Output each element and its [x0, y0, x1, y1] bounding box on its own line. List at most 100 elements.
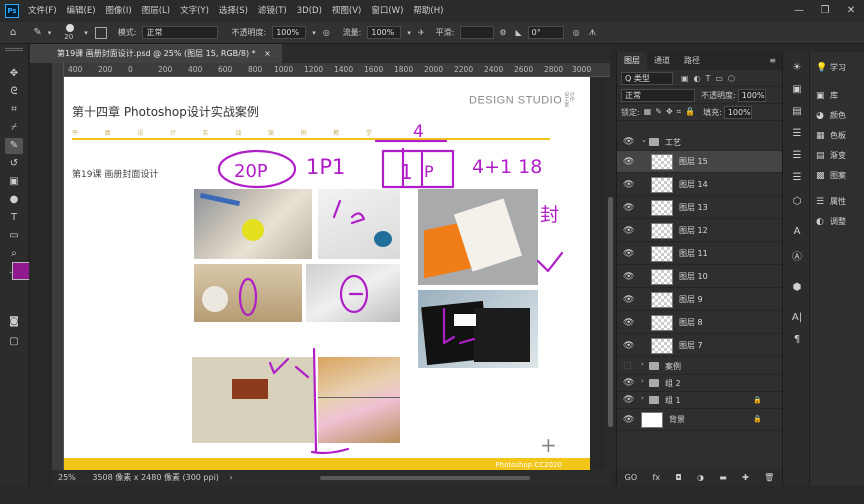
eyedropper-tool-icon[interactable]: ⌿ [5, 120, 23, 136]
status-menu-arrow[interactable]: › [229, 473, 232, 482]
sun-icon[interactable]: ☀ [789, 62, 805, 76]
layer-row[interactable]: 👁 图层 11 [617, 243, 782, 265]
dock-color[interactable]: ◕ 颜色 [810, 106, 864, 126]
layer-fill-field[interactable]: 100% [723, 105, 752, 119]
brush-tool-icon[interactable]: ✎ [5, 138, 23, 154]
airbrush-icon[interactable]: ✈ [418, 28, 425, 37]
layer-row[interactable]: 👁 图层 9 [617, 289, 782, 311]
visibility-eye-icon[interactable]: 👁 [623, 180, 634, 190]
menu-view[interactable]: 视图(V) [327, 0, 366, 22]
tab-layers[interactable]: 图层 [617, 52, 647, 70]
tab-channels[interactable]: 通道 [647, 52, 677, 70]
layer-name[interactable]: 图层 7 [679, 340, 703, 351]
scrollbar-thumb[interactable] [608, 197, 613, 427]
filter-icons[interactable]: ▣◐T▭⬡ [681, 74, 740, 83]
lasso-tool-icon[interactable]: ᘓ [5, 84, 23, 100]
layer-name[interactable]: 图层 14 [679, 179, 708, 190]
layer-name[interactable]: 图层 9 [679, 294, 703, 305]
menu-help[interactable]: 帮助(H) [408, 0, 448, 22]
smoothing-field[interactable] [460, 26, 495, 39]
dock-gradients[interactable]: ▤ 渐变 [810, 146, 864, 166]
angle-field[interactable]: 0° [527, 26, 564, 39]
visibility-eye-icon[interactable]: 👁 [623, 203, 634, 213]
dodge-tool-icon[interactable]: ● [5, 192, 23, 208]
layer-name[interactable]: 案例 [665, 361, 681, 372]
visibility-eye-icon[interactable]: 👁 [623, 226, 634, 236]
history-brush-tool-icon[interactable]: ↺ [5, 156, 23, 172]
visibility-eye-icon[interactable]: 👁 [623, 341, 634, 351]
visibility-eye-icon[interactable]: 👁 [623, 378, 634, 388]
close-tab-icon[interactable]: × [264, 49, 271, 58]
layer-name[interactable]: 工艺 [665, 137, 681, 148]
menu-type[interactable]: 文字(Y) [175, 0, 214, 22]
chevron-down-icon[interactable]: ▾ [312, 29, 316, 37]
zoom-level[interactable]: 25% [58, 473, 76, 482]
maximize-button[interactable]: ❐ [812, 0, 838, 22]
layer-row[interactable]: 👁 图层 10 [617, 266, 782, 288]
crop-tool-icon[interactable]: ⌗ [5, 102, 23, 118]
visibility-eye-icon[interactable]: 👁 [623, 249, 634, 259]
foreground-color-swatch[interactable] [12, 262, 30, 280]
chevron-down-icon[interactable]: ⌄ [641, 136, 647, 144]
cube-icon[interactable]: ⬡ [789, 196, 805, 210]
chevron-down-icon[interactable]: ▾ [407, 29, 411, 37]
sliders-icon[interactable]: ☰ [789, 150, 805, 164]
dock-properties[interactable]: ☰ 属性 [810, 192, 864, 212]
chevron-right-icon[interactable]: › [641, 377, 644, 385]
layer-group-2[interactable]: 👁 › 组 2 [617, 375, 782, 392]
image-icon[interactable]: ▣ [789, 84, 805, 98]
quick-mask-icon[interactable]: ◙ [5, 314, 23, 330]
minimize-button[interactable]: — [786, 0, 812, 22]
layer-name[interactable]: 组 1 [665, 395, 681, 406]
new-group-icon[interactable]: ▬ [719, 473, 727, 482]
layer-comps-icon[interactable]: ▤ [789, 106, 805, 120]
dock-patterns[interactable]: ▩ 图案 [810, 166, 864, 186]
paragraph-icon[interactable]: ¶ [789, 334, 805, 348]
add-mask-icon[interactable]: ◘ [675, 473, 681, 482]
brush-tool-icon[interactable]: ✎ [33, 27, 41, 38]
chevron-down-icon[interactable]: ▾ [48, 29, 52, 37]
blend-mode-select[interactable]: 正常 [621, 88, 695, 102]
3d-icon[interactable]: ⬢ [789, 282, 805, 296]
layer-name[interactable]: 背景 [669, 414, 685, 425]
character-icon[interactable]: A [789, 226, 805, 240]
gradient-tool-icon[interactable]: ▣ [5, 174, 23, 190]
layer-group-craft[interactable]: 👁 ⌄ 工艺 [617, 134, 782, 151]
lock-icons[interactable]: ▦✎✥⌗🔒 [644, 107, 699, 117]
visibility-eye-icon[interactable]: ▢ [623, 361, 632, 371]
chevron-right-icon[interactable]: › [641, 360, 644, 368]
pressure-size-icon[interactable]: ◎ [573, 28, 580, 37]
menu-file[interactable]: 文件(F) [23, 0, 62, 22]
horizontal-ruler[interactable]: 400 200 0 200 400 600 800 1000 1200 1400… [64, 63, 610, 77]
horizontal-scrollbar-thumb[interactable] [320, 476, 530, 480]
layer-row[interactable]: 👁 图层 13 [617, 197, 782, 219]
menu-layer[interactable]: 图层(L) [137, 0, 175, 22]
brush-preset-picker[interactable]: 20 [62, 23, 78, 42]
document-tab[interactable]: 第19课 画册封面设计.psd @ 25% (图层 15, RGB/8) * × [30, 44, 282, 63]
layer-row[interactable]: 👁 图层 14 [617, 174, 782, 196]
dock-libraries[interactable]: ▣ 库 [810, 86, 864, 106]
layer-name[interactable]: 图层 15 [679, 156, 708, 167]
menu-window[interactable]: 窗口(W) [366, 0, 408, 22]
sliders-icon[interactable]: ☰ [789, 128, 805, 142]
tab-paths[interactable]: 路径 [677, 52, 707, 70]
chevron-right-icon[interactable]: › [641, 394, 644, 402]
trash-icon[interactable]: 🗑 [764, 473, 774, 482]
layer-row[interactable]: 👁 图层 12 [617, 220, 782, 242]
dock-learn[interactable]: 💡 学习 [810, 58, 864, 78]
character-icon[interactable]: A| [789, 312, 805, 326]
layer-group-1[interactable]: 👁 › 组 1 🔒 [617, 392, 782, 409]
symmetry-icon[interactable]: ᗑ [589, 28, 597, 38]
canvas-area[interactable]: 第十四章 Photoshop设计实战案例 DESIGN STUDIO 设计工作室 … [64, 77, 606, 470]
menu-3d[interactable]: 3D(D) [292, 0, 327, 22]
zoom-tool-icon[interactable]: ⌕ [5, 246, 23, 262]
opacity-field[interactable]: 100% [272, 26, 307, 39]
layer-row[interactable]: 👁 图层 8 [617, 312, 782, 334]
visibility-eye-icon[interactable]: 👁 [623, 318, 634, 328]
layer-row-background[interactable]: 👁 背景 🔒 [617, 409, 782, 431]
layer-opacity-field[interactable]: 100% [737, 88, 766, 102]
menu-filter[interactable]: 滤镜(T) [253, 0, 292, 22]
visibility-eye-icon[interactable]: 👁 [623, 395, 634, 405]
shape-tool-icon[interactable]: ▭ [5, 228, 23, 244]
visibility-eye-icon[interactable]: 👁 [623, 295, 634, 305]
